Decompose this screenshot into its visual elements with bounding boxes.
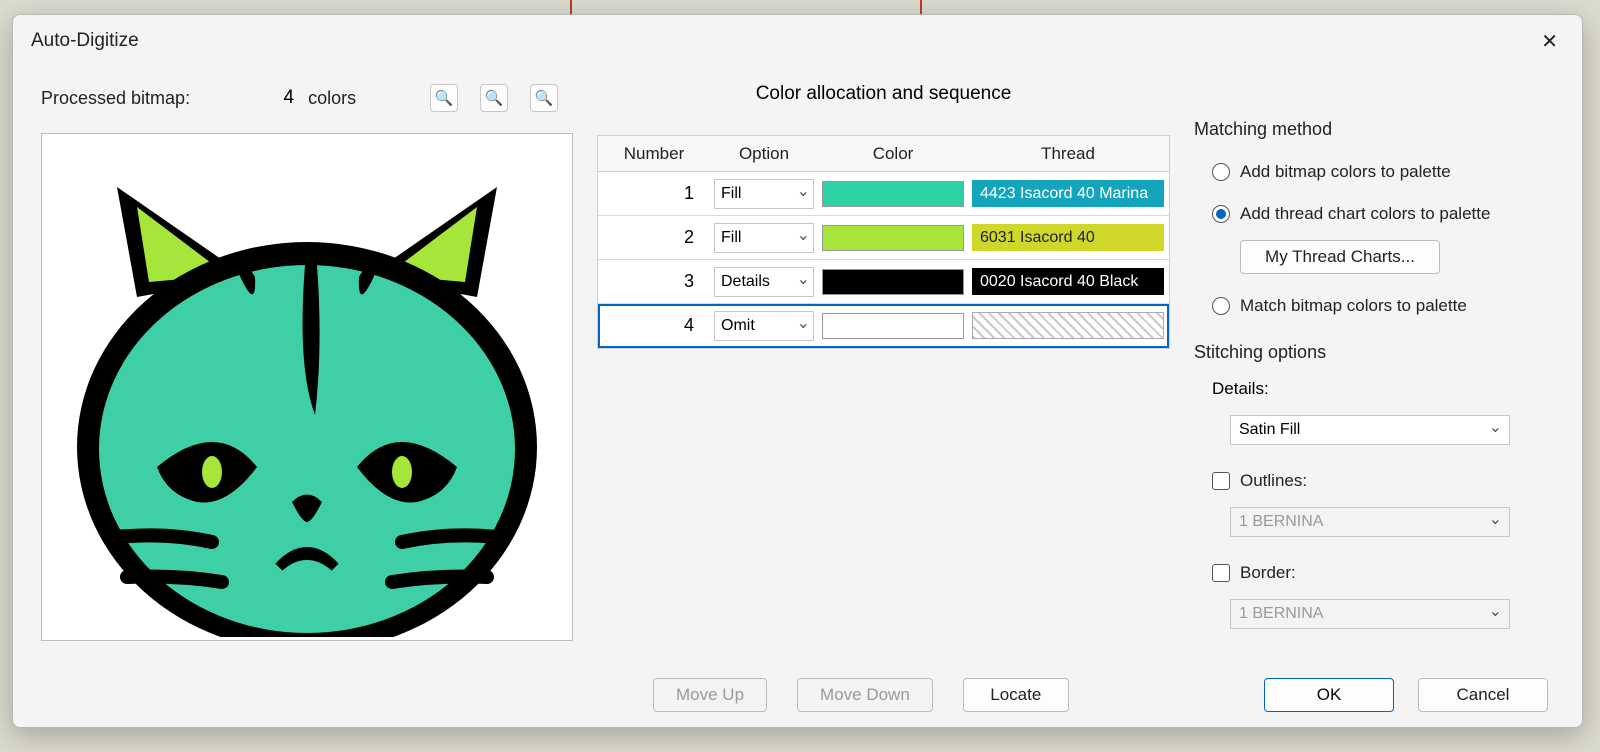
row-number: 2 xyxy=(598,227,710,248)
col-color: Color xyxy=(818,144,968,164)
option-select[interactable]: Omit xyxy=(714,311,814,341)
locate-button[interactable]: Locate xyxy=(963,678,1069,712)
radio-match-bitmap-label: Match bitmap colors to palette xyxy=(1240,296,1467,316)
move-up-button: Move Up xyxy=(653,678,767,712)
border-checkbox[interactable]: Border: xyxy=(1194,557,1554,589)
color-swatch[interactable] xyxy=(822,225,964,251)
radio-match-bitmap[interactable]: Match bitmap colors to palette xyxy=(1194,290,1554,322)
table-row[interactable]: 2Fill 6031 Isacord 40 xyxy=(598,216,1169,260)
close-icon: ✕ xyxy=(1541,31,1558,53)
cancel-button[interactable]: Cancel xyxy=(1418,678,1548,712)
ok-button[interactable]: OK xyxy=(1264,678,1394,712)
move-down-button: Move Down xyxy=(797,678,933,712)
border-label: Border: xyxy=(1240,563,1296,583)
outlines-checkbox[interactable]: Outlines: xyxy=(1194,465,1554,497)
window-title: Auto-Digitize xyxy=(31,30,139,52)
radio-icon xyxy=(1212,163,1230,181)
color-allocation-heading: Color allocation and sequence xyxy=(597,83,1170,105)
zoom-fit-icon: 🔍 xyxy=(535,89,554,107)
dialog-footer: Move Up Move Down Locate OK Cancel xyxy=(13,663,1582,727)
color-table: Number Option Color Thread 1Fill 4423 Isa… xyxy=(597,135,1170,349)
checkbox-icon xyxy=(1212,472,1230,490)
col-option: Option xyxy=(710,144,818,164)
radio-add-bitmap[interactable]: Add bitmap colors to palette xyxy=(1194,156,1554,188)
col-thread: Thread xyxy=(968,144,1168,164)
col-number: Number xyxy=(598,144,710,164)
details-select[interactable]: Satin Fill xyxy=(1230,415,1510,445)
thread-omit xyxy=(972,312,1164,339)
outlines-select: 1 BERNINA xyxy=(1230,507,1510,537)
zoom-fit-button[interactable]: 🔍 xyxy=(530,84,558,112)
table-row[interactable]: 3Details 0020 Isacord 40 Black xyxy=(598,260,1169,304)
bitmap-preview xyxy=(41,133,573,641)
option-select[interactable]: Fill xyxy=(714,179,814,209)
radio-add-thread-label: Add thread chart colors to palette xyxy=(1240,204,1490,224)
thread-label[interactable]: 6031 Isacord 40 xyxy=(972,224,1164,251)
radio-icon xyxy=(1212,205,1230,223)
color-swatch[interactable] xyxy=(822,313,964,339)
radio-add-bitmap-label: Add bitmap colors to palette xyxy=(1240,162,1451,182)
table-header: Number Option Color Thread xyxy=(598,136,1169,172)
details-label: Details: xyxy=(1194,379,1554,399)
radio-icon xyxy=(1212,297,1230,315)
row-number: 3 xyxy=(598,271,710,292)
checkbox-icon xyxy=(1212,564,1230,582)
titlebar: Auto-Digitize ✕ xyxy=(13,15,1582,61)
color-count: 4 xyxy=(260,87,294,109)
outlines-label: Outlines: xyxy=(1240,471,1307,491)
border-select: 1 BERNINA xyxy=(1230,599,1510,629)
option-select[interactable]: Fill xyxy=(714,223,814,253)
row-number: 1 xyxy=(598,183,710,204)
auto-digitize-dialog: Auto-Digitize ✕ Processed bitmap: 4 colo… xyxy=(12,14,1583,728)
table-row[interactable]: 1Fill 4423 Isacord 40 Marina xyxy=(598,172,1169,216)
my-thread-charts-button[interactable]: My Thread Charts... xyxy=(1240,240,1440,274)
table-row[interactable]: 4Omit xyxy=(598,304,1169,348)
stitching-options-label: Stitching options xyxy=(1194,342,1554,363)
thread-label[interactable]: 0020 Isacord 40 Black xyxy=(972,268,1164,295)
processed-bitmap-label: Processed bitmap: xyxy=(41,88,190,109)
row-number: 4 xyxy=(598,315,710,336)
zoom-in-button[interactable]: 🔍 xyxy=(430,84,458,112)
zoom-in-icon: 🔍 xyxy=(435,89,454,107)
cat-image xyxy=(47,137,567,637)
close-button[interactable]: ✕ xyxy=(1533,25,1566,58)
zoom-out-icon: 🔍 xyxy=(485,89,504,107)
thread-label[interactable]: 4423 Isacord 40 Marina xyxy=(972,180,1164,207)
zoom-out-button[interactable]: 🔍 xyxy=(480,84,508,112)
color-swatch[interactable] xyxy=(822,181,964,207)
radio-add-thread[interactable]: Add thread chart colors to palette xyxy=(1194,198,1554,230)
option-select[interactable]: Details xyxy=(714,267,814,297)
left-header: Processed bitmap: 4 colors 🔍 🔍 🔍 xyxy=(41,81,573,115)
colors-label: colors xyxy=(308,88,356,109)
matching-method-label: Matching method xyxy=(1194,119,1554,140)
color-swatch[interactable] xyxy=(822,269,964,295)
